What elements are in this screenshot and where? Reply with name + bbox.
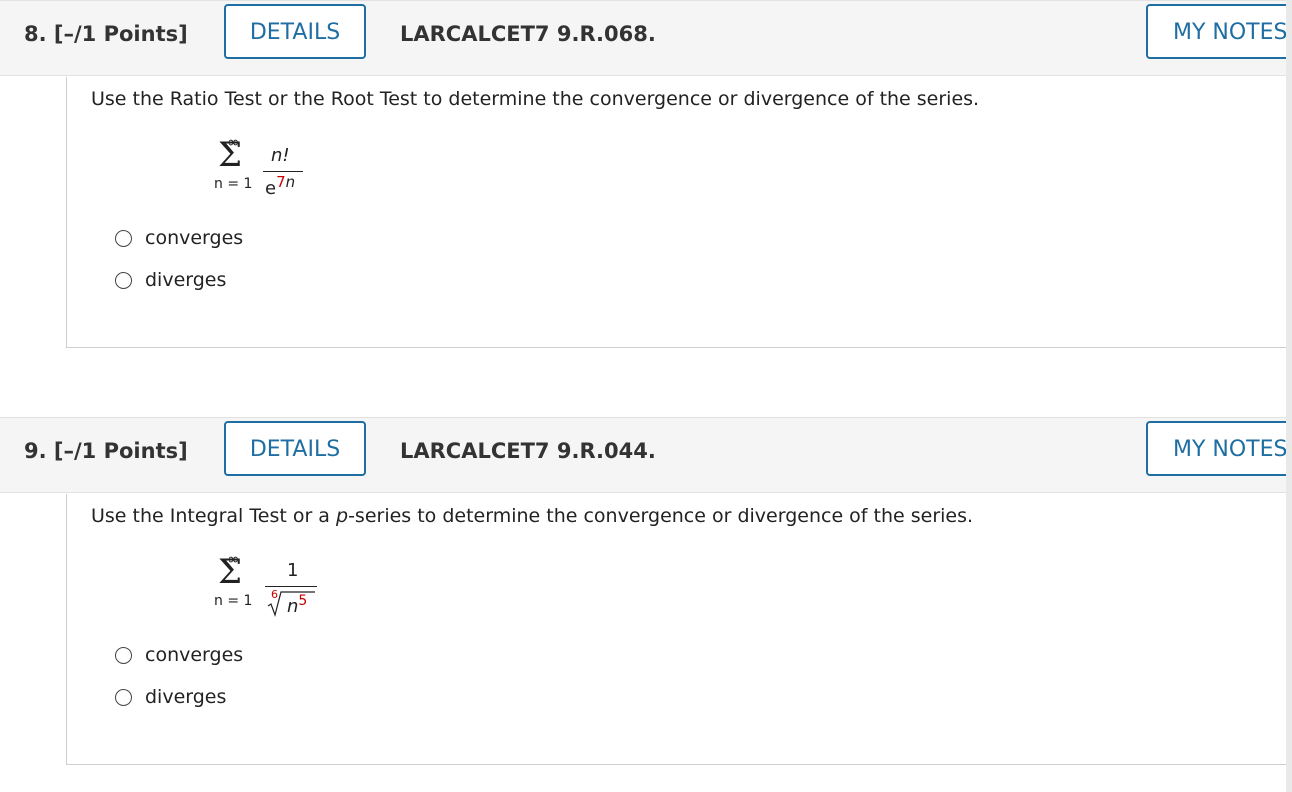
page-scrollbar[interactable] [1286, 0, 1292, 792]
radio-button[interactable] [115, 272, 132, 289]
series-radicand: n5 [287, 593, 308, 617]
option-label: converges [145, 227, 244, 249]
question-9-code: LARCALCET7 9.R.044. [400, 439, 656, 463]
question-9-series: ∞ Σ n = 1 1 6 n5 [207, 550, 407, 640]
radio-button[interactable] [115, 689, 132, 706]
series-numerator: n! [271, 145, 290, 166]
question-8-my-notes-button[interactable]: MY NOTES [1146, 4, 1292, 59]
series-numerator: 1 [287, 560, 299, 581]
question-8-details-button[interactable]: DETAILS [224, 4, 366, 59]
question-8-header: 8. [–/1 Points] DETAILS LARCALCET7 9.R.0… [0, 0, 1292, 76]
question-9-prompt: Use the Integral Test or a p-series to d… [91, 505, 974, 527]
question-8-points-label: 8. [–/1 Points] [24, 22, 188, 46]
sigma-symbol: Σ [218, 135, 243, 175]
question-9-header: 9. [–/1 Points] DETAILS LARCALCET7 9.R.0… [0, 417, 1292, 493]
sigma-symbol: Σ [218, 552, 243, 592]
radio-button[interactable] [115, 647, 132, 664]
question-8-series: ∞ Σ n = 1 n! e7n [207, 133, 407, 223]
series-lower-limit: n = 1 [214, 593, 253, 609]
fraction-bar [263, 171, 303, 172]
series-denominator: e7n [265, 173, 296, 199]
question-9-my-notes-button[interactable]: MY NOTES [1146, 421, 1292, 476]
question-8-body: Use the Ratio Test or the Root Test to d… [66, 77, 1286, 348]
fraction-bar [265, 586, 317, 587]
question-9-body: Use the Integral Test or a p-series to d… [66, 494, 1286, 765]
radio-button[interactable] [115, 230, 132, 247]
option-label: diverges [145, 686, 227, 708]
question-9-details-button[interactable]: DETAILS [224, 421, 366, 476]
question-9-points-label: 9. [–/1 Points] [24, 439, 188, 463]
question-8-code: LARCALCET7 9.R.068. [400, 22, 656, 46]
option-label: converges [145, 644, 244, 666]
series-lower-limit: n = 1 [214, 176, 253, 192]
option-label: diverges [145, 269, 227, 291]
question-8-prompt: Use the Ratio Test or the Root Test to d… [91, 88, 980, 110]
